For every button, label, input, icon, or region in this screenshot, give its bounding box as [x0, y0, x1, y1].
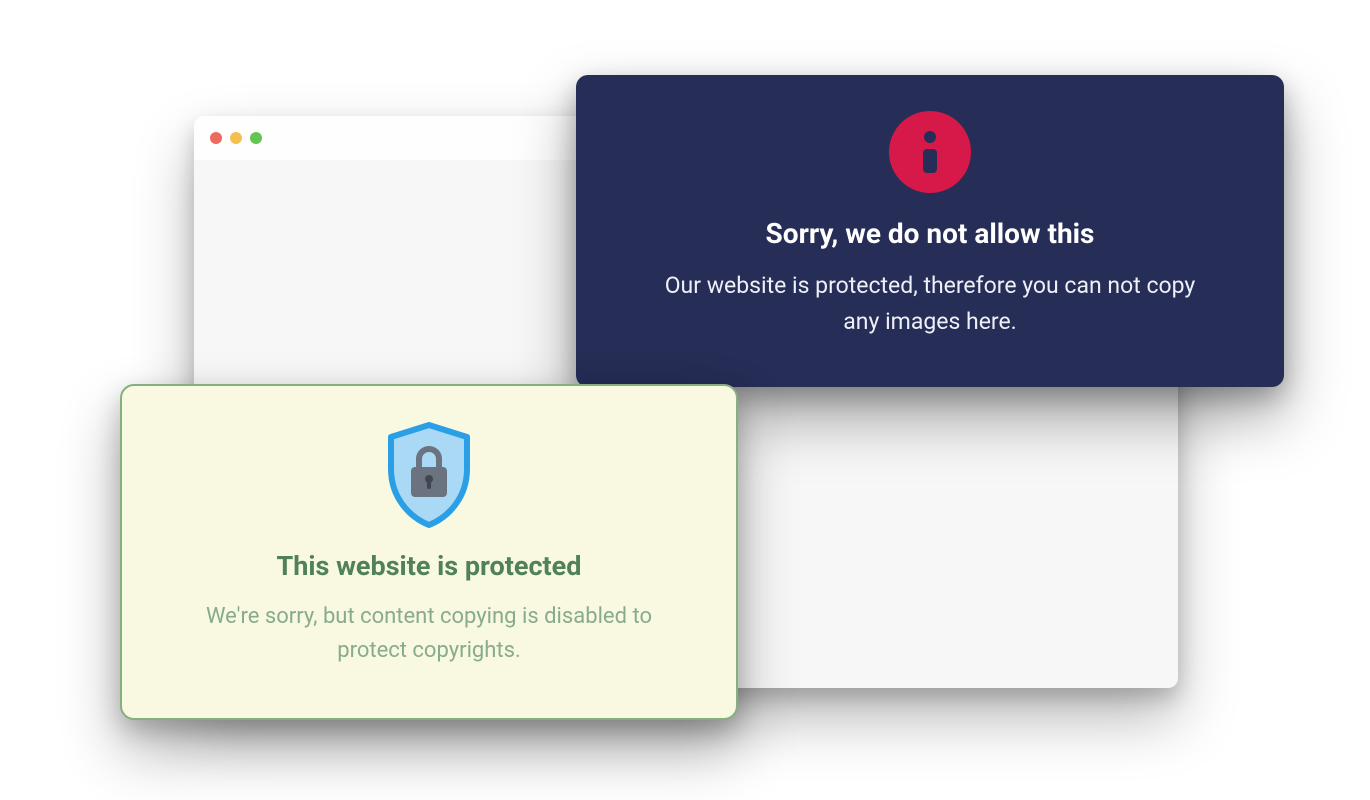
alert-light-body: We're sorry, but content copying is disa… — [189, 600, 669, 668]
info-icon — [889, 111, 971, 193]
shield-lock-icon — [379, 420, 479, 530]
alert-dark-body: Our website is protected, therefore you … — [650, 268, 1210, 339]
close-window-button[interactable] — [210, 132, 222, 144]
minimize-window-button[interactable] — [230, 132, 242, 144]
alert-card-light: This website is protected We're sorry, b… — [120, 384, 738, 720]
alert-dark-title: Sorry, we do not allow this — [766, 217, 1095, 250]
alert-light-title: This website is protected — [277, 550, 582, 582]
alert-card-dark: Sorry, we do not allow this Our website … — [576, 75, 1284, 387]
maximize-window-button[interactable] — [250, 132, 262, 144]
